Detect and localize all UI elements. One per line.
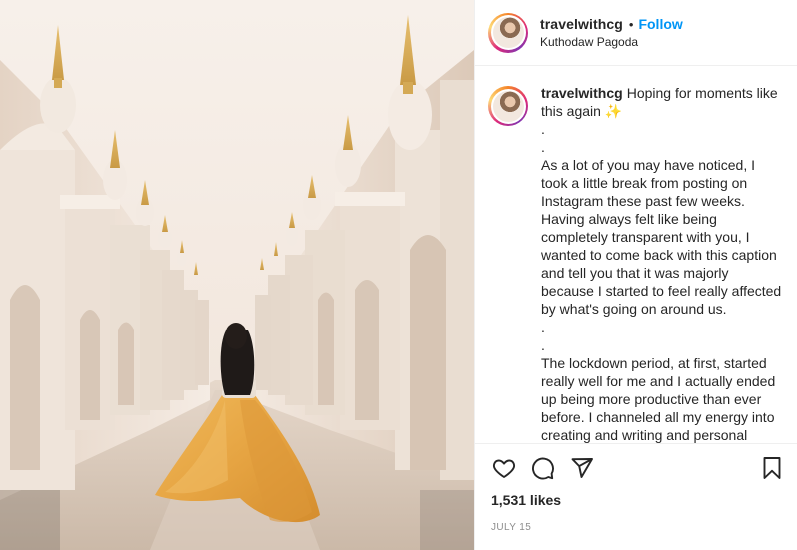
caption-avatar-image [492, 90, 524, 122]
caption-line: . [541, 319, 545, 335]
comments-scroll-area[interactable]: travelwithcg Hoping for moments like this… [475, 67, 797, 443]
header-username[interactable]: travelwithcg [540, 16, 623, 32]
caption-username[interactable]: travelwithcg [541, 85, 623, 101]
follow-button[interactable]: Follow [638, 16, 682, 32]
post-side-panel: travelwithcg • Follow Kuthodaw Pagoda tr… [474, 0, 797, 550]
caption-line: . [541, 121, 545, 137]
comment-icon[interactable] [530, 455, 556, 481]
caption-avatar[interactable] [488, 86, 528, 126]
caption: travelwithcg Hoping for moments like this… [541, 84, 783, 443]
pagoda-photo-illustration [0, 0, 474, 550]
bookmark-icon[interactable] [759, 455, 785, 481]
instagram-post: travelwithcg • Follow Kuthodaw Pagoda tr… [0, 0, 797, 550]
header-separator: • [628, 16, 634, 32]
share-icon[interactable] [569, 455, 595, 481]
likes-count[interactable]: 1,531 likes [491, 492, 785, 508]
caption-line: . [541, 337, 545, 353]
caption-paragraph: The lockdown period, at first, started r… [541, 355, 776, 443]
avatar-image [492, 17, 524, 48]
post-photo[interactable] [0, 0, 474, 550]
caption-line: . [541, 139, 545, 155]
post-date[interactable]: JULY 15 [491, 522, 785, 533]
location-link[interactable]: Kuthodaw Pagoda [540, 35, 683, 49]
caption-paragraph: As a lot of you may have noticed, I took… [541, 157, 782, 317]
post-header: travelwithcg • Follow Kuthodaw Pagoda [475, 0, 797, 66]
avatar[interactable] [488, 12, 528, 53]
action-icons-row [491, 444, 785, 492]
heart-icon[interactable] [491, 455, 517, 481]
post-actions: 1,531 likes JULY 15 [475, 443, 797, 550]
